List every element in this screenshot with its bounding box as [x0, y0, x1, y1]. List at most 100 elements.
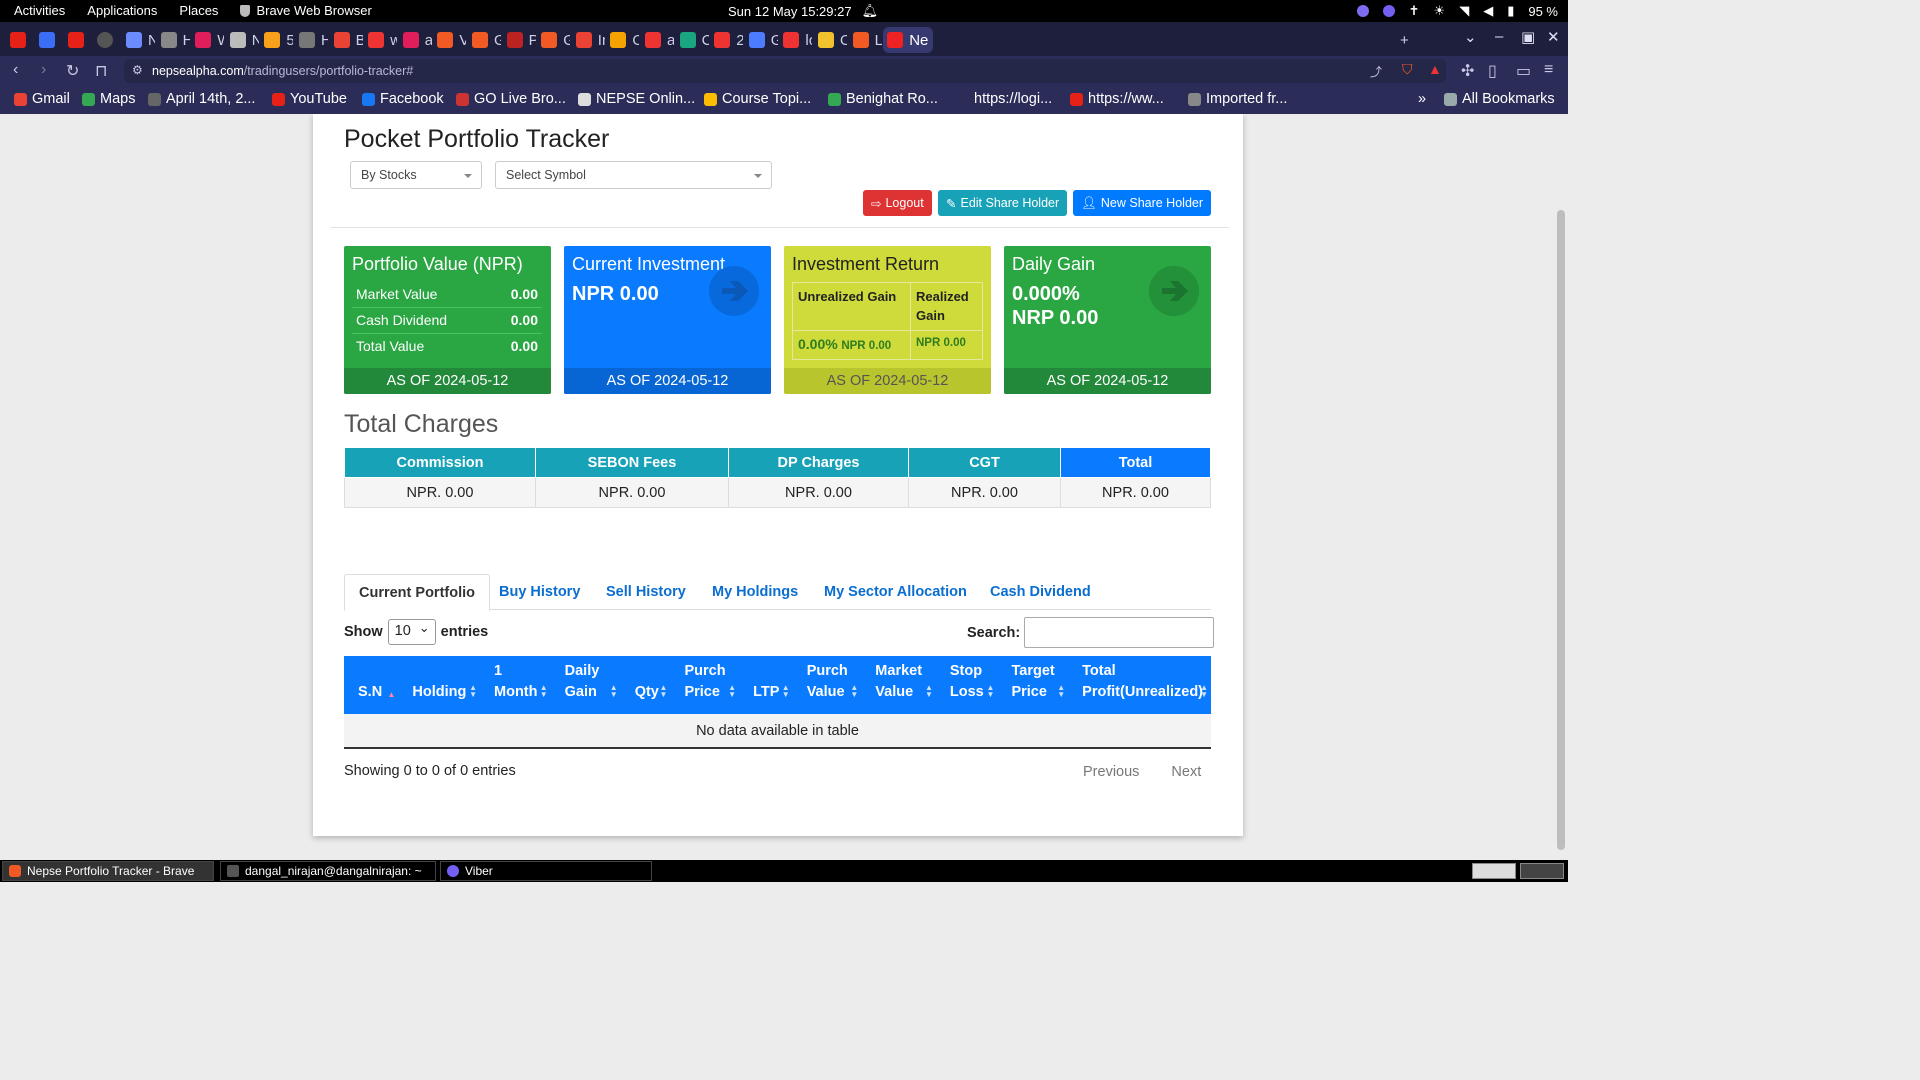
bookmark-item[interactable]: https://ww...	[1070, 91, 1164, 107]
tab-search-chevron-icon[interactable]: ⌄	[1464, 28, 1477, 46]
browser-tab[interactable]: 24	[710, 27, 743, 53]
brave-app-menu[interactable]: Brave Web Browser	[240, 3, 372, 18]
tray-viber-icon[interactable]	[1382, 5, 1395, 17]
column-header[interactable]: LTP ▲ ▼	[739, 656, 793, 714]
forward-icon[interactable]: ›	[41, 61, 46, 79]
menu-icon[interactable]: ≡	[1544, 61, 1553, 79]
browser-tab[interactable]: we	[364, 27, 397, 53]
browser-tab[interactable]: ale	[399, 27, 432, 53]
applications-menu[interactable]: Applications	[87, 3, 157, 18]
browser-tab[interactable]: Po	[503, 27, 536, 53]
workspace-1[interactable]	[1472, 863, 1516, 879]
browser-tab[interactable]: au	[641, 27, 674, 53]
column-header[interactable]: Purch Value ▲ ▼	[792, 656, 862, 714]
bookmark-item[interactable]: Maps	[82, 91, 135, 107]
bookmark-icon[interactable]: ⊓	[95, 61, 107, 81]
page-scrollbar[interactable]	[1554, 114, 1568, 860]
wallet-icon[interactable]: ▭	[1516, 61, 1531, 81]
symbol-select[interactable]: Select Symbol	[495, 161, 772, 189]
maximize-icon[interactable]: ▣	[1521, 28, 1535, 46]
browser-tab[interactable]: WI	[191, 27, 224, 53]
browser-tab[interactable]: Ne	[122, 27, 155, 53]
taskbar-item-brave[interactable]: Nepse Portfolio Tracker - Brave	[2, 861, 214, 881]
browser-tab[interactable]: Bu	[330, 27, 363, 53]
back-icon[interactable]: ‹	[13, 61, 18, 79]
bookmark-item[interactable]: April 14th, 2...	[148, 91, 255, 107]
next-button[interactable]: Next	[1171, 764, 1201, 780]
search-input[interactable]	[1024, 617, 1215, 648]
bookmark-item[interactable]: Imported fr...	[1188, 91, 1287, 107]
browser-tab[interactable]: Ch	[676, 27, 709, 53]
pinned-tab-web[interactable]	[93, 27, 117, 53]
column-header[interactable]: Stop Loss ▲ ▼	[935, 656, 998, 714]
accessibility-icon[interactable]: ✝	[1409, 3, 1420, 19]
browser-tab[interactable]: Inl	[572, 27, 605, 53]
bookmark-item[interactable]: NEPSE Onlin...	[578, 91, 695, 107]
browser-tab[interactable]: Lo	[849, 27, 882, 53]
brightness-icon[interactable]: ☀	[1434, 3, 1446, 19]
minimize-icon[interactable]: –	[1495, 28, 1503, 45]
column-header[interactable]: Purch Price ▲ ▼	[670, 656, 740, 714]
taskbar-item-terminal[interactable]: dangal_nirajan@dangalnirajan: ~	[220, 861, 436, 881]
volume-icon[interactable]: ◀	[1483, 3, 1493, 19]
bookmarks-overflow[interactable]: »	[1418, 91, 1426, 107]
bookmark-item[interactable]: GO Live Bro...	[456, 91, 566, 107]
tab-sector-allocation[interactable]: My Sector Allocation	[810, 574, 981, 611]
taskbar-item-viber[interactable]: Viber	[440, 861, 652, 881]
bookmark-item[interactable]: Gmail	[14, 91, 70, 107]
all-bookmarks[interactable]: All Bookmarks	[1444, 91, 1555, 107]
column-header[interactable]: Total Profit(Unrealized) ▲ ▼	[1068, 656, 1211, 714]
browser-tab[interactable]: Of	[814, 27, 847, 53]
column-header[interactable]: Market Value ▲ ▼	[861, 656, 936, 714]
tab-sell-history[interactable]: Sell History	[592, 574, 700, 611]
tab-cash-dividend[interactable]: Cash Dividend	[976, 574, 1105, 611]
tab-buy-history[interactable]: Buy History	[485, 574, 594, 611]
browser-tab[interactable]: 50	[260, 27, 293, 53]
workspace-2[interactable]	[1520, 863, 1564, 879]
clock[interactable]: Sun 12 May 15:29:27	[728, 4, 852, 19]
browser-tab[interactable]: Vie	[433, 27, 466, 53]
column-header[interactable]: 1 Month ▲ ▼	[480, 656, 551, 714]
sidebar-icon[interactable]: ▯	[1488, 61, 1497, 81]
brave-rewards-icon[interactable]: ▲	[1428, 61, 1442, 77]
previous-button[interactable]: Previous	[1083, 764, 1139, 780]
bookmark-item[interactable]: YouTube	[272, 91, 347, 107]
share-icon[interactable]: ⤴	[1370, 63, 1382, 80]
browser-tab[interactable]: lo	[779, 27, 812, 53]
browser-tab[interactable]: Gr	[537, 27, 570, 53]
reload-icon[interactable]: ↻	[66, 61, 79, 81]
scrollbar-thumb[interactable]	[1557, 210, 1565, 850]
browser-tab[interactable]: Ne✕	[883, 27, 934, 53]
browser-tab[interactable]: GS	[468, 27, 501, 53]
browser-tab[interactable]: Ge	[745, 27, 778, 53]
column-header[interactable]: Holding ▲ ▼	[398, 656, 481, 714]
battery-icon[interactable]: ▮	[1507, 3, 1514, 19]
edit-share-holder-button[interactable]: ✎ Edit Share Holder	[938, 190, 1068, 216]
pinned-tab-docs[interactable]	[35, 27, 59, 53]
close-window-icon[interactable]: ✕	[1547, 28, 1560, 46]
column-header[interactable]: Target Price ▲ ▼	[997, 656, 1069, 714]
filter-select[interactable]: By Stocks	[350, 161, 482, 189]
new-share-holder-button[interactable]: 👤︎ New Share Holder	[1073, 190, 1212, 216]
browser-tab[interactable]: Ho	[295, 27, 328, 53]
browser-tab[interactable]: NE	[226, 27, 259, 53]
wifi-icon[interactable]: ◥	[1459, 3, 1469, 19]
logout-button[interactable]: ⇨ Logout	[863, 190, 932, 216]
tab-current-portfolio[interactable]: Current Portfolio	[344, 574, 490, 611]
column-header[interactable]: Daily Gain ▲ ▼	[550, 656, 621, 714]
brave-shields-icon[interactable]: ⛉	[1402, 61, 1413, 78]
browser-tab[interactable]: Ov	[606, 27, 639, 53]
bookmark-item[interactable]: Benighat Ro...	[828, 91, 938, 107]
entries-select[interactable]: 10	[387, 619, 436, 645]
new-tab-button[interactable]: +	[1396, 27, 1416, 53]
address-bar[interactable]: ⚙ nepsealpha.com/tradingusers/portfolio-…	[124, 59, 1446, 83]
site-info-icon[interactable]: ⚙	[132, 63, 143, 77]
tray-app-icon-1[interactable]	[1356, 5, 1369, 17]
column-header[interactable]: S.N ▲	[344, 656, 399, 714]
bookmark-item[interactable]: Facebook	[362, 91, 444, 107]
bookmark-item[interactable]: Course Topi...	[704, 91, 811, 107]
pinned-tab-youtube-2[interactable]	[64, 27, 88, 53]
pinned-tab-youtube[interactable]	[6, 27, 30, 53]
column-header[interactable]: Qty ▲ ▼	[620, 656, 671, 714]
places-menu[interactable]: Places	[179, 3, 218, 18]
